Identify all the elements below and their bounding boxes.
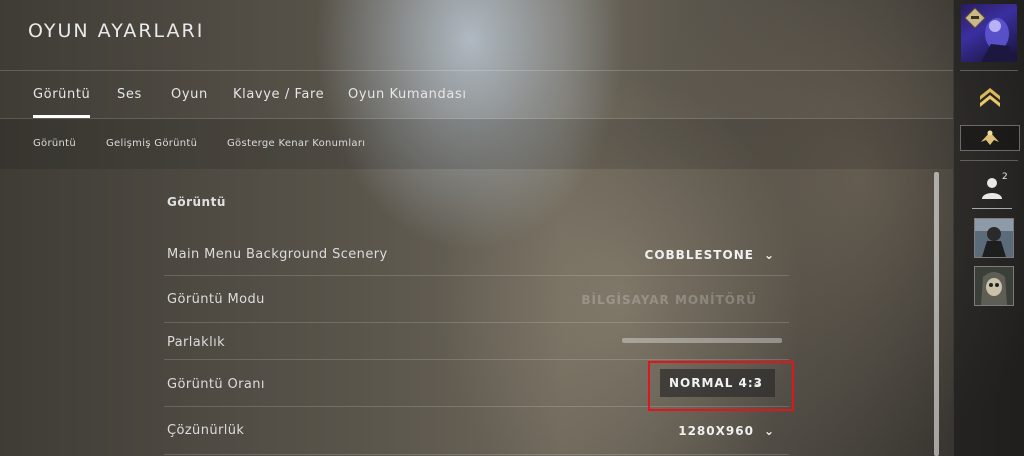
friend-avatar[interactable] [974, 266, 1014, 306]
eagle-medal-art [981, 130, 999, 145]
rank-chevron-icon[interactable] [978, 84, 1002, 108]
highlight-box [648, 361, 794, 411]
tab-ses[interactable]: Ses [117, 87, 142, 102]
friend-avatar[interactable] [974, 218, 1014, 258]
dropdown-value: 1280X960 [678, 424, 754, 438]
setting-label: Görüntü Oranı [167, 377, 265, 392]
tab-oyun[interactable]: Oyun [171, 87, 208, 102]
dropdown-value: COBBLESTONE [644, 248, 754, 262]
person-icon [982, 178, 1002, 199]
settings-header: OYUN AYARLARI [0, 0, 953, 71]
sidebar-divider [960, 160, 1018, 161]
sidebar-divider [960, 70, 1018, 71]
subtab-gelismis-goruntu[interactable]: Gelişmiş Görüntü [106, 138, 197, 149]
friend-avatar-art [975, 267, 1013, 305]
settings-tabs: Görüntü Ses Oyun Klavye / Fare Oyun Kuma… [0, 70, 953, 119]
tab-oyun-kumandasi[interactable]: Oyun Kumandası [348, 87, 467, 102]
background-scenery-dropdown[interactable]: COBBLESTONE ⌄ [645, 248, 775, 262]
chevron-down-icon: ⌄ [763, 424, 775, 438]
social-sidebar: 2 [953, 0, 1024, 456]
friends-count: 2 [1002, 172, 1008, 182]
setting-row-brightness: Parlaklık [164, 322, 789, 360]
chevron-down-icon: ⌄ [763, 248, 775, 262]
subtab-gosterge-kenar-konumlari[interactable]: Gösterge Kenar Konumları [227, 138, 365, 149]
setting-row-display-mode: Görüntü Modu BİLGİSAYAR MONİTÖRÜ [164, 275, 789, 323]
setting-row-background-scenery: Main Menu Background Scenery COBBLESTONE… [164, 232, 789, 276]
settings-panel: Görüntü Main Menu Background Scenery COB… [0, 170, 953, 456]
settings-subtabs: Görüntü Gelişmiş Görüntü Gösterge Kenar … [0, 119, 953, 169]
eagle-medal-icon[interactable] [960, 125, 1020, 151]
setting-label: Çözünürlük [167, 423, 245, 438]
page-title: OYUN AYARLARI [28, 20, 205, 42]
setting-label: Parlaklık [167, 335, 226, 350]
resolution-dropdown[interactable]: 1280X960 ⌄ [678, 424, 775, 438]
setting-label: Görüntü Modu [167, 292, 265, 307]
settings-main: OYUN AYARLARI Görüntü Ses Oyun Klavye / … [0, 0, 953, 456]
display-mode-dropdown[interactable]: BİLGİSAYAR MONİTÖRÜ [581, 293, 757, 307]
sidebar-divider [972, 208, 1012, 209]
avatar-art [964, 7, 1017, 62]
scrollbar[interactable] [934, 172, 939, 456]
brightness-slider[interactable] [622, 338, 782, 343]
player-avatar[interactable] [961, 4, 1017, 62]
setting-row-resolution: Çözünürlük 1280X960 ⌄ [164, 406, 789, 455]
friend-avatar-art [975, 219, 1013, 257]
section-title: Görüntü [167, 195, 226, 209]
tab-goruntu[interactable]: Görüntü [33, 87, 91, 118]
tab-klavye-fare[interactable]: Klavye / Fare [233, 87, 324, 102]
setting-label: Main Menu Background Scenery [167, 247, 388, 262]
friends-button[interactable]: 2 [980, 172, 1008, 200]
subtab-goruntu[interactable]: Görüntü [33, 138, 76, 149]
